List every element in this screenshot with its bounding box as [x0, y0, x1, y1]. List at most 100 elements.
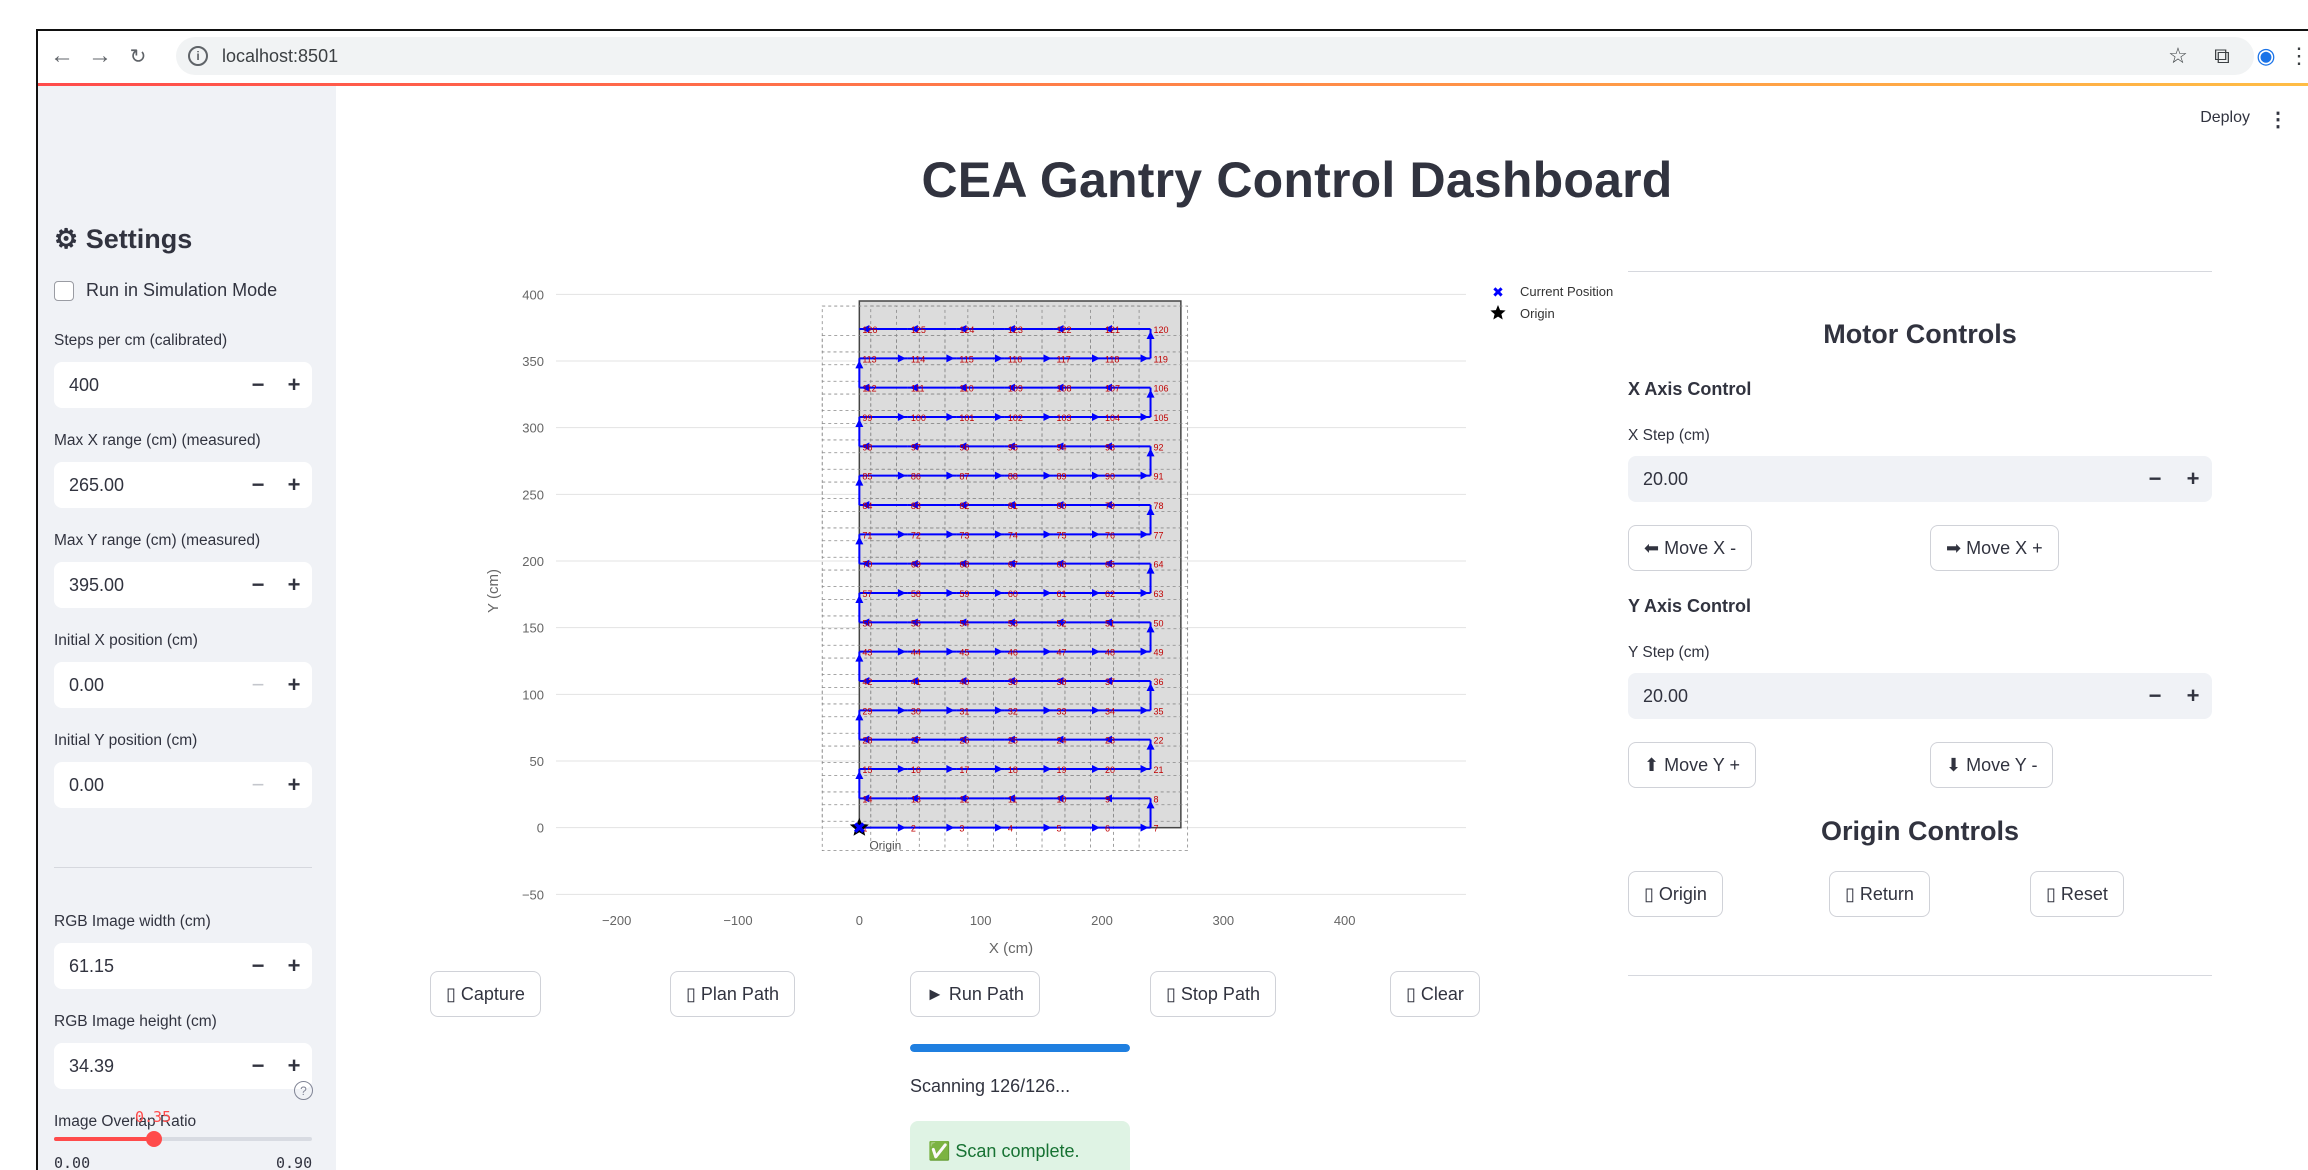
- waypoint-label: 20: [1105, 765, 1115, 775]
- waypoint-label: 86: [911, 472, 921, 482]
- move-x-plus-button[interactable]: ➡ Move X +: [1930, 525, 2059, 571]
- reload-icon[interactable]: ↻: [124, 42, 152, 70]
- back-icon[interactable]: ←: [48, 42, 76, 70]
- waypoint-label: 8: [1154, 794, 1159, 804]
- waypoint-label: 57: [862, 589, 872, 599]
- increment-button[interactable]: +: [2174, 683, 2212, 709]
- max-y-input[interactable]: 395.00 − +: [54, 562, 312, 608]
- bookmark-star-icon[interactable]: ☆: [2156, 43, 2200, 69]
- plan-path-button[interactable]: ▯ Plan Path: [670, 971, 795, 1017]
- decrement-button[interactable]: −: [240, 953, 276, 979]
- waypoint-label: 47: [1056, 648, 1066, 658]
- extensions-icon[interactable]: ⧉: [2200, 43, 2244, 69]
- steps-input[interactable]: 400 − +: [54, 362, 312, 408]
- rgb-width-input[interactable]: 61.15 − +: [54, 943, 312, 989]
- move-x-minus-button[interactable]: ⬅ Move X -: [1628, 525, 1753, 571]
- initial-x-value[interactable]: 0.00: [54, 675, 240, 696]
- increment-button[interactable]: +: [276, 672, 312, 698]
- waypoint-label: 40: [959, 677, 969, 687]
- rgb-height-input[interactable]: 34.39 − +: [54, 1043, 312, 1089]
- help-icon[interactable]: ?: [294, 1081, 313, 1100]
- rgb-width-value[interactable]: 61.15: [54, 956, 240, 977]
- waypoint-label: 82: [959, 501, 969, 511]
- increment-button[interactable]: +: [276, 953, 312, 979]
- max-y-value[interactable]: 395.00: [54, 575, 240, 596]
- overlap-slider[interactable]: [54, 1131, 312, 1147]
- initial-x-input[interactable]: 0.00 − +: [54, 662, 312, 708]
- reset-button[interactable]: ▯ Reset: [2030, 871, 2124, 917]
- initial-y-input[interactable]: 0.00 − +: [54, 762, 312, 808]
- simulation-checkbox[interactable]: Run in Simulation Mode: [54, 280, 277, 301]
- checkbox-box[interactable]: [54, 280, 74, 301]
- move-y-minus-button[interactable]: ⬇ Move Y -: [1930, 742, 2054, 788]
- waypoint-label: 87: [959, 472, 969, 482]
- x-step-input[interactable]: 20.00 − +: [1628, 456, 2212, 502]
- waypoint-label: 119: [1154, 354, 1168, 364]
- forward-icon[interactable]: →: [86, 42, 114, 70]
- increment-button[interactable]: +: [276, 572, 312, 598]
- waypoint-label: 124: [959, 325, 974, 335]
- x-tick-label: 200: [1091, 913, 1113, 928]
- steps-value[interactable]: 400: [54, 375, 240, 396]
- run-path-button[interactable]: ► Run Path: [910, 971, 1040, 1017]
- decrement-button[interactable]: −: [240, 372, 276, 398]
- increment-button[interactable]: +: [2174, 466, 2212, 492]
- waypoint-label: 68: [959, 560, 969, 570]
- waypoint-label: 113: [862, 354, 876, 364]
- site-info-icon[interactable]: i: [188, 46, 208, 66]
- return-button[interactable]: ▯ Return: [1829, 871, 1930, 917]
- waypoint-label: 60: [1008, 589, 1018, 599]
- origin-button[interactable]: ▯ Origin: [1628, 871, 1723, 917]
- clear-button[interactable]: ▯ Clear: [1390, 971, 1480, 1017]
- decrement-button[interactable]: −: [240, 672, 276, 698]
- initial-y-value[interactable]: 0.00: [54, 775, 240, 796]
- deploy-button[interactable]: Deploy: [2200, 109, 2250, 127]
- waypoint-label: 23: [1105, 736, 1115, 746]
- waypoint-label: 69: [911, 560, 921, 570]
- browser-menu-icon[interactable]: ⋮: [2288, 43, 2308, 69]
- max-x-value[interactable]: 265.00: [54, 475, 240, 496]
- waypoint-label: 118: [1105, 354, 1119, 364]
- move-y-plus-button[interactable]: ⬆ Move Y +: [1628, 742, 1756, 788]
- decrement-button[interactable]: −: [240, 572, 276, 598]
- profile-icon[interactable]: ◉: [2244, 43, 2288, 69]
- y-tick-label: 0: [537, 821, 544, 836]
- waypoint-label: 106: [1154, 384, 1169, 394]
- y-step-input[interactable]: 20.00 − +: [1628, 673, 2212, 719]
- y-tick-label: −50: [522, 887, 544, 902]
- increment-button[interactable]: +: [276, 372, 312, 398]
- waypoint-label: 115: [959, 354, 973, 364]
- initial-x-label: Initial X position (cm): [54, 632, 198, 649]
- waypoint-label: 54: [959, 618, 969, 628]
- capture-button[interactable]: ▯ Capture: [430, 971, 541, 1017]
- y-step-value[interactable]: 20.00: [1628, 686, 2136, 707]
- rgb-height-value[interactable]: 34.39: [54, 1056, 240, 1077]
- y-tick-label: 200: [522, 554, 544, 569]
- increment-button[interactable]: +: [276, 472, 312, 498]
- waypoint-label: 110: [959, 384, 973, 394]
- simulation-label: Run in Simulation Mode: [86, 280, 278, 300]
- x-step-value[interactable]: 20.00: [1628, 469, 2136, 490]
- decrement-button[interactable]: −: [2136, 466, 2174, 492]
- stop-path-button[interactable]: ▯ Stop Path: [1150, 971, 1276, 1017]
- address-bar[interactable]: i localhost:8501: [176, 37, 2254, 75]
- waypoint-label: 38: [1056, 677, 1066, 687]
- max-x-input[interactable]: 265.00 − +: [54, 462, 312, 508]
- slider-min-label: 0.00: [54, 1154, 91, 1170]
- decrement-button[interactable]: −: [240, 472, 276, 498]
- increment-button[interactable]: +: [276, 772, 312, 798]
- y-axis-title: Y Axis Control: [1628, 596, 1752, 616]
- decrement-button[interactable]: −: [2136, 683, 2174, 709]
- waypoint-label: 88: [1008, 472, 1018, 482]
- decrement-button[interactable]: −: [240, 772, 276, 798]
- waypoint-label: 9: [1105, 794, 1110, 804]
- legend-current-marker: ✖: [1492, 285, 1504, 301]
- decrement-button[interactable]: −: [240, 1053, 276, 1079]
- app-menu-icon[interactable]: ⋮: [2268, 107, 2288, 132]
- steps-label: Steps per cm (calibrated): [54, 332, 228, 349]
- y-step-label: Y Step (cm): [1628, 644, 1710, 661]
- increment-button[interactable]: +: [276, 1053, 312, 1079]
- waypoint-label: 25: [1008, 736, 1018, 746]
- waypoint-label: 92: [1154, 442, 1164, 452]
- x-tick-label: −200: [602, 913, 631, 928]
